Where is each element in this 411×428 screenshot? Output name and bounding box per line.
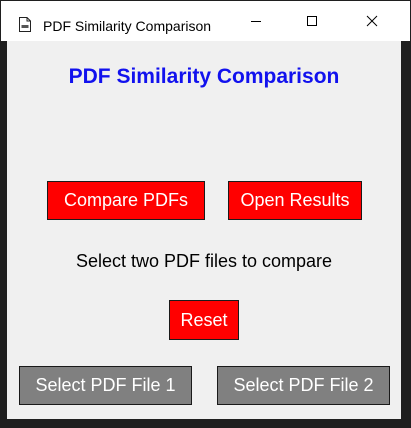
open-results-button[interactable]: Open Results bbox=[228, 181, 362, 220]
app-window: PDF Similarity Comparison PDF Similarity… bbox=[0, 0, 411, 428]
maximize-icon bbox=[306, 15, 318, 27]
select-pdf-file-2-button[interactable]: Select PDF File 2 bbox=[217, 366, 390, 405]
select-pdf-file-1-button[interactable]: Select PDF File 1 bbox=[19, 366, 192, 405]
maximize-button[interactable] bbox=[289, 1, 335, 41]
reset-button[interactable]: Reset bbox=[169, 300, 239, 340]
window-title: PDF Similarity Comparison bbox=[43, 18, 212, 34]
page-title: PDF Similarity Comparison bbox=[68, 65, 340, 88]
close-button[interactable] bbox=[349, 1, 395, 41]
status-label: Select two PDF files to compare bbox=[75, 251, 333, 271]
minimize-icon bbox=[250, 15, 262, 27]
compare-pdfs-button[interactable]: Compare PDFs bbox=[47, 181, 205, 220]
pdf-file-icon bbox=[19, 17, 31, 32]
main-panel: PDF Similarity Comparison Compare PDFs O… bbox=[7, 41, 401, 419]
close-icon bbox=[366, 15, 378, 27]
minimize-button[interactable] bbox=[233, 1, 279, 41]
